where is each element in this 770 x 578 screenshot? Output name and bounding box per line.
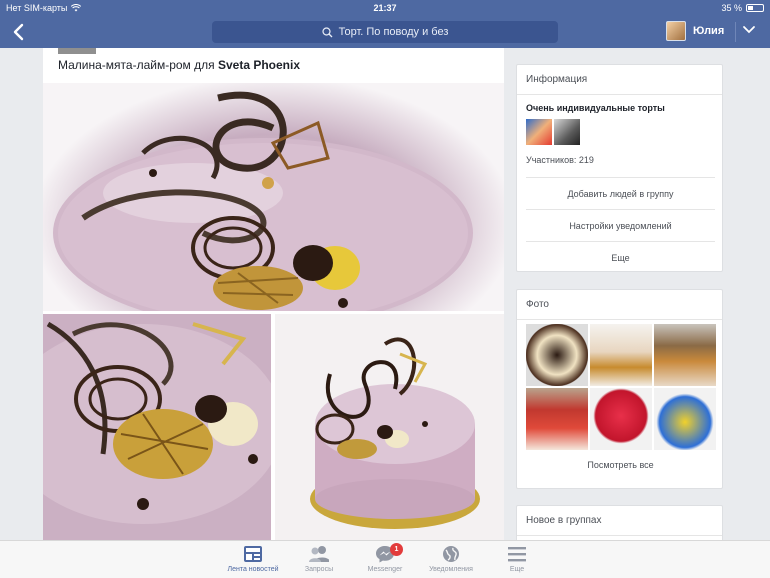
avatar[interactable] bbox=[554, 119, 580, 145]
members-count: Участников: 219 bbox=[526, 155, 594, 165]
whole-cake-illustration bbox=[275, 314, 504, 540]
user-name: Юлия bbox=[693, 25, 725, 37]
group-name[interactable]: Очень индивидуальные торты bbox=[526, 103, 665, 113]
menu-icon bbox=[508, 547, 526, 562]
messenger-badge: 1 bbox=[390, 543, 403, 556]
tab-news-feed[interactable]: Лента новостей bbox=[220, 541, 286, 578]
news-feed-icon bbox=[244, 546, 262, 562]
cake-closeup-illustration bbox=[43, 314, 271, 540]
photos-card: Фото Посмотреть все bbox=[516, 289, 723, 489]
group-info-card: Информация Очень индивидуальные торты Уч… bbox=[516, 64, 723, 272]
tab-more[interactable]: Еще bbox=[484, 541, 550, 578]
tab-label: Messenger bbox=[367, 566, 403, 573]
post-photo-main[interactable] bbox=[43, 83, 504, 311]
more-button[interactable]: Еще bbox=[526, 241, 715, 273]
clock: 21:37 bbox=[373, 3, 397, 13]
photo-thumbnail[interactable] bbox=[526, 324, 588, 386]
tab-requests[interactable]: Запросы bbox=[286, 541, 352, 578]
tab-label: Уведомления bbox=[429, 566, 473, 573]
member-avatars bbox=[526, 119, 580, 145]
chevron-down-icon[interactable] bbox=[742, 23, 756, 37]
globe-icon bbox=[443, 546, 459, 562]
tagged-user-link[interactable]: Sveta Phoenix bbox=[218, 58, 300, 72]
tab-notifications[interactable]: Уведомления bbox=[418, 541, 484, 578]
search-field[interactable]: Торт. По поводу и без bbox=[212, 21, 558, 43]
add-people-button[interactable]: Добавить людей в группу bbox=[526, 177, 715, 209]
friend-requests-icon bbox=[309, 546, 329, 562]
tab-label: Лента новостей bbox=[227, 566, 279, 573]
battery-info: 35 % bbox=[721, 3, 764, 13]
battery-percent: 35 % bbox=[721, 3, 742, 13]
back-chevron-icon[interactable] bbox=[8, 21, 30, 43]
nav-divider bbox=[735, 22, 736, 42]
avatar bbox=[666, 21, 686, 41]
tab-label: Еще bbox=[509, 566, 525, 573]
search-icon bbox=[321, 26, 333, 37]
see-all-photos-link[interactable]: Посмотреть все bbox=[517, 460, 724, 470]
post-photo-right[interactable] bbox=[275, 314, 504, 540]
profile-button[interactable]: Юлия bbox=[666, 21, 724, 41]
post-photo-left[interactable] bbox=[43, 314, 271, 540]
photo-thumbnail[interactable] bbox=[590, 324, 652, 386]
post-author-thumbnail[interactable] bbox=[58, 48, 96, 54]
cake-illustration bbox=[53, 91, 473, 311]
photo-thumbnail[interactable] bbox=[654, 324, 716, 386]
status-bar: Нет SIM-карты 21:37 35 % bbox=[0, 0, 770, 16]
battery-icon bbox=[746, 4, 764, 12]
photo-thumbnail[interactable] bbox=[590, 388, 652, 450]
photos-card-title: Фото bbox=[517, 290, 722, 320]
avatar[interactable] bbox=[526, 119, 552, 145]
photo-grid bbox=[526, 324, 716, 450]
new-in-groups-title: Новое в группах bbox=[517, 506, 722, 536]
tab-messenger[interactable]: Messenger 1 bbox=[352, 541, 418, 578]
notification-settings-button[interactable]: Настройки уведомлений bbox=[526, 209, 715, 241]
navigation-bar: Торт. По поводу и без Юлия bbox=[0, 16, 770, 48]
photo-thumbnail[interactable] bbox=[526, 388, 588, 450]
post-title-text: Малина-мята-лайм-ром для bbox=[58, 58, 218, 72]
tab-label: Запросы bbox=[304, 566, 334, 573]
info-card-title: Информация bbox=[517, 65, 722, 95]
search-text: Торт. По поводу и без bbox=[338, 26, 449, 38]
post-title: Малина-мята-лайм-ром для Sveta Phoenix bbox=[58, 58, 300, 72]
photo-thumbnail[interactable] bbox=[654, 388, 716, 450]
tab-bar: Лента новостей Запросы Messenger 1 Уведо… bbox=[0, 540, 770, 578]
